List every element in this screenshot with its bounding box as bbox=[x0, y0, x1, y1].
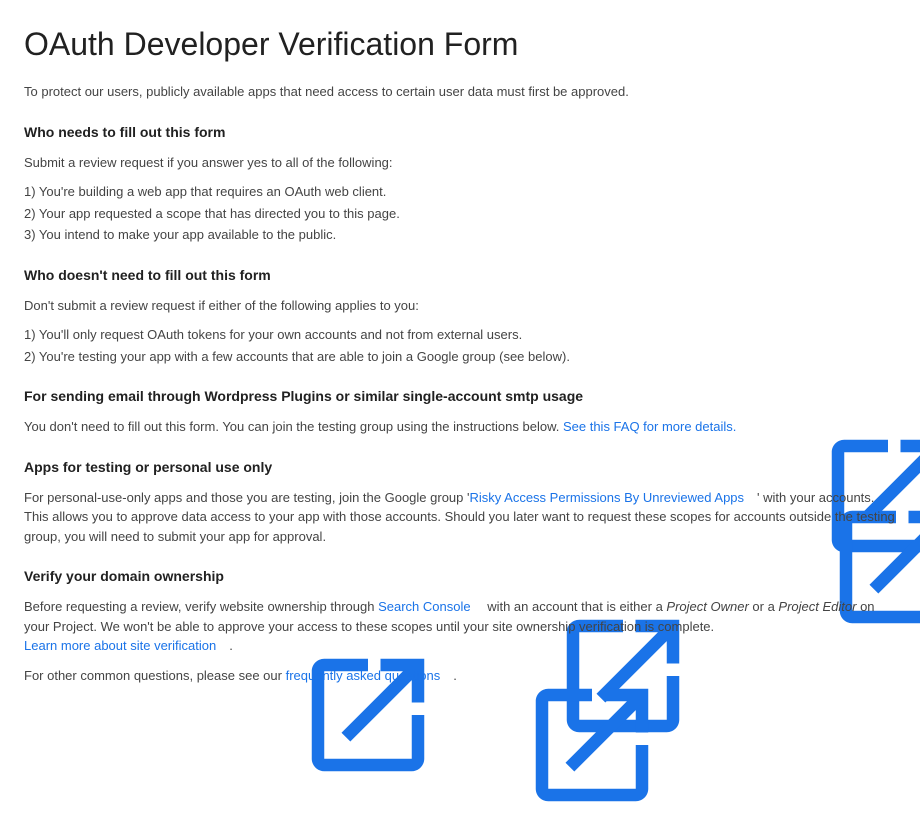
risky-access-link[interactable]: Risky Access Permissions By Unreviewed A… bbox=[469, 490, 757, 505]
section-heading-who-needs: Who needs to fill out this form bbox=[24, 122, 896, 143]
verify-paragraph-1: Before requesting a review, verify websi… bbox=[24, 597, 896, 656]
external-link-icon bbox=[442, 670, 453, 681]
body-text: or a bbox=[749, 599, 779, 614]
smtp-paragraph: You don't need to fill out this form. Yo… bbox=[24, 417, 896, 437]
emphasis-text: Project Owner bbox=[666, 599, 748, 614]
external-link-icon bbox=[473, 601, 484, 612]
list-item: 1) You're building a web app that requir… bbox=[24, 182, 896, 202]
list-item: 3) You intend to make your app available… bbox=[24, 225, 896, 245]
section-lead: Don't submit a review request if either … bbox=[24, 296, 896, 316]
testing-paragraph: For personal-use-only apps and those you… bbox=[24, 488, 896, 547]
intro-text: To protect our users, publicly available… bbox=[24, 82, 896, 102]
who-needs-list: 1) You're building a web app that requir… bbox=[24, 182, 896, 245]
body-text: For personal-use-only apps and those you… bbox=[24, 490, 469, 505]
body-text: You don't need to fill out this form. Yo… bbox=[24, 419, 563, 434]
external-link-icon bbox=[218, 640, 229, 651]
list-item: 2) You're testing your app with a few ac… bbox=[24, 347, 896, 367]
body-text: . bbox=[453, 668, 457, 683]
body-text: For other common questions, please see o… bbox=[24, 668, 286, 683]
search-console-link[interactable]: Search Console bbox=[378, 599, 484, 614]
body-text: Before requesting a review, verify websi… bbox=[24, 599, 378, 614]
list-item: 2) Your app requested a scope that has d… bbox=[24, 204, 896, 224]
list-item: 1) You'll only request OAuth tokens for … bbox=[24, 325, 896, 345]
external-link-icon bbox=[738, 421, 749, 432]
external-link-icon bbox=[746, 492, 757, 503]
site-verification-link[interactable]: Learn more about site verification bbox=[24, 638, 229, 653]
faq-link[interactable]: See this FAQ for more details. bbox=[563, 419, 749, 434]
body-text: . bbox=[229, 638, 233, 653]
faq-questions-link[interactable]: frequently asked questions bbox=[286, 668, 454, 683]
emphasis-text: Project Editor bbox=[778, 599, 856, 614]
section-lead: Submit a review request if you answer ye… bbox=[24, 153, 896, 173]
section-heading-smtp: For sending email through Wordpress Plug… bbox=[24, 386, 896, 407]
section-heading-who-doesnt: Who doesn't need to fill out this form bbox=[24, 265, 896, 286]
who-doesnt-list: 1) You'll only request OAuth tokens for … bbox=[24, 325, 896, 366]
body-text: with an account that is either a bbox=[484, 599, 667, 614]
page-title: OAuth Developer Verification Form bbox=[24, 20, 896, 68]
